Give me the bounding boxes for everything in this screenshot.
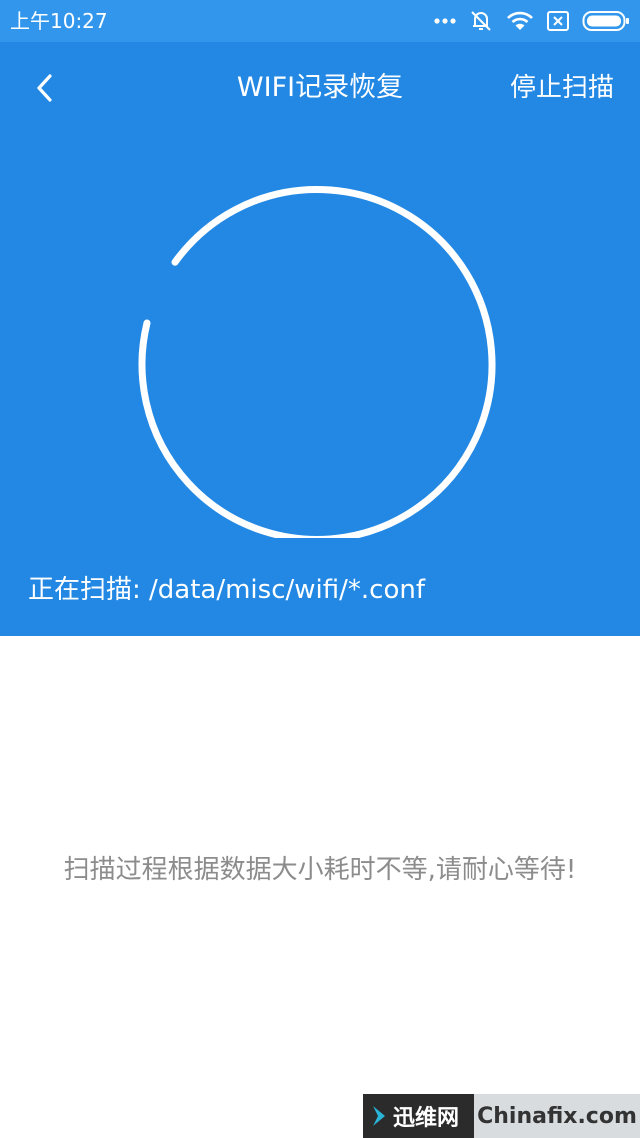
watermark-logo: 迅维网 <box>363 1094 474 1138</box>
scan-path-text: 正在扫描: /data/misc/wifi/*.conf <box>28 575 425 605</box>
back-button[interactable] <box>22 64 66 112</box>
chevron-left-icon <box>37 74 52 102</box>
sim-blocked-icon <box>547 11 569 31</box>
wait-message: 扫描过程根据数据大小耗时不等,请耐心等待! <box>63 855 577 885</box>
chevron-right-icon <box>373 1106 385 1126</box>
battery-icon <box>582 11 629 31</box>
status-bar: 上午10:27 <box>0 0 640 42</box>
watermark-site: Chinafix.com <box>474 1094 640 1138</box>
wifi-icon <box>507 11 533 30</box>
watermark-left-text: 迅维网 <box>393 1106 460 1131</box>
status-icons <box>434 6 630 36</box>
loading-spinner <box>138 185 496 538</box>
more-dots-icon <box>434 18 456 24</box>
stop-scan-button[interactable]: 停止扫描 <box>510 70 614 106</box>
page-title: WIFI记录恢复 <box>236 72 404 103</box>
status-time: 上午10:27 <box>10 9 108 33</box>
silent-bell-icon <box>471 11 491 31</box>
scan-header: WIFI记录恢复 停止扫描 正在扫描: /data/misc/wifi/*.co… <box>0 42 640 636</box>
watermark: 迅维网 Chinafix.com <box>363 1094 640 1138</box>
